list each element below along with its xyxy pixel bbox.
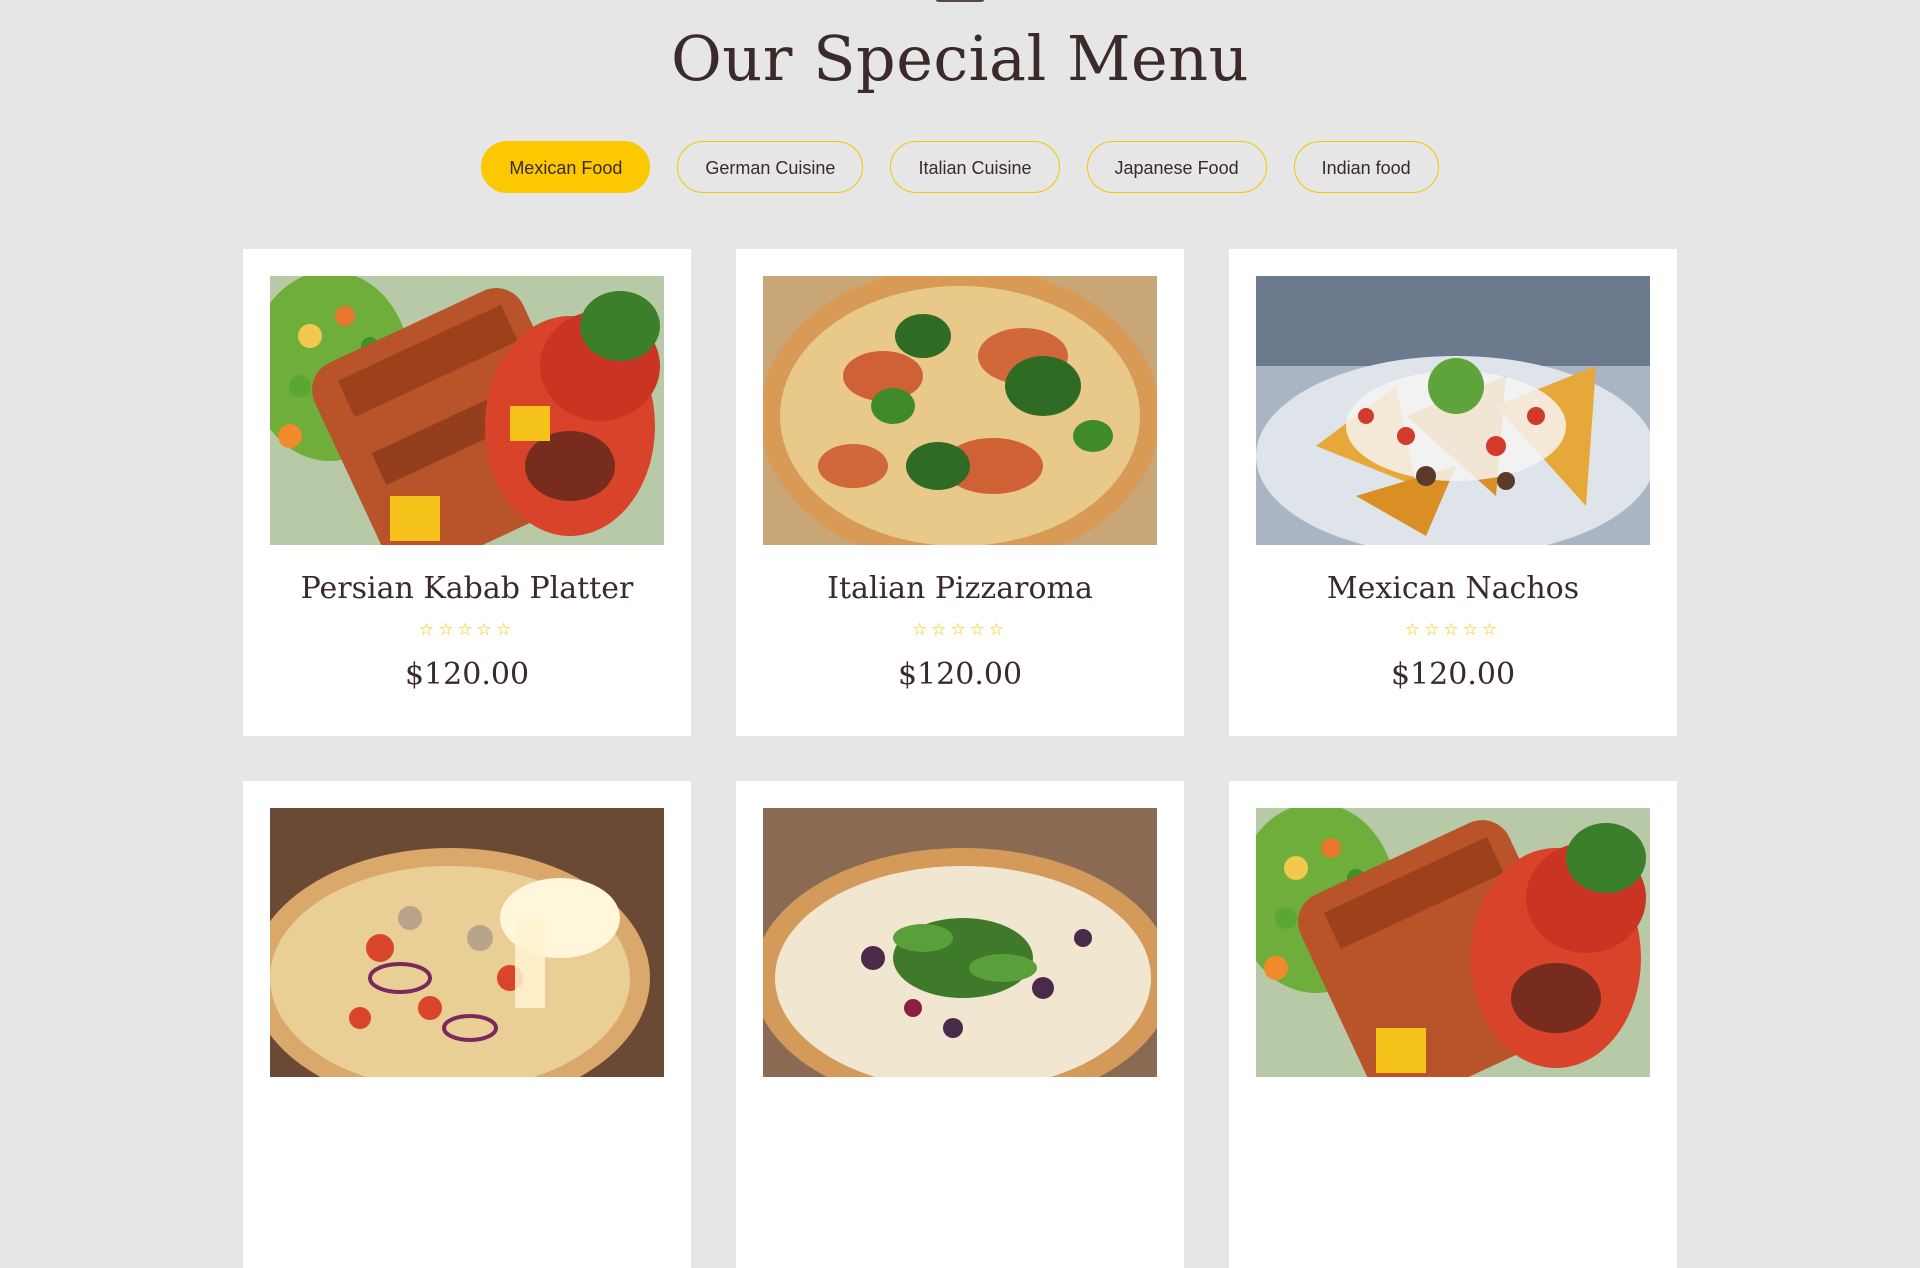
menu-grid: Persian Kabab Platter ☆☆☆☆☆ $120.00 Ital… bbox=[243, 249, 1677, 1268]
tab-indian-food[interactable]: Indian food bbox=[1293, 141, 1439, 193]
rating-stars: ☆☆☆☆☆ bbox=[1404, 620, 1502, 639]
pizza-arugula-image[interactable] bbox=[763, 808, 1157, 1077]
pizza-cheese-image[interactable] bbox=[270, 808, 664, 1077]
pizza-basil-image[interactable] bbox=[763, 276, 1157, 545]
menu-card[interactable] bbox=[1229, 781, 1677, 1268]
menu-card[interactable] bbox=[243, 781, 691, 1268]
menu-card[interactable]: Mexican Nachos ☆☆☆☆☆ $120.00 bbox=[1229, 249, 1677, 736]
rating-stars: ☆☆☆☆☆ bbox=[911, 620, 1009, 639]
category-tabs: Mexican Food German Cuisine Italian Cuis… bbox=[0, 141, 1920, 193]
tab-japanese-food[interactable]: Japanese Food bbox=[1086, 141, 1267, 193]
item-name[interactable]: Italian Pizzaroma bbox=[763, 569, 1157, 609]
menu-card[interactable]: Persian Kabab Platter ☆☆☆☆☆ $120.00 bbox=[243, 249, 691, 736]
nachos-image[interactable] bbox=[1256, 276, 1650, 545]
tab-german-cuisine[interactable]: German Cuisine bbox=[677, 141, 864, 193]
menu-card[interactable] bbox=[736, 781, 1184, 1268]
item-price: $120.00 bbox=[897, 657, 1023, 692]
rating-stars: ☆☆☆☆☆ bbox=[418, 620, 516, 639]
item-price: $120.00 bbox=[1390, 657, 1516, 692]
tab-italian-cuisine[interactable]: Italian Cuisine bbox=[890, 141, 1060, 193]
kabab-platter-image[interactable] bbox=[270, 276, 664, 545]
menu-card[interactable]: Italian Pizzaroma ☆☆☆☆☆ $120.00 bbox=[736, 249, 1184, 736]
item-name[interactable]: Persian Kabab Platter bbox=[270, 569, 664, 609]
item-name[interactable]: Mexican Nachos bbox=[1256, 569, 1650, 609]
tab-mexican-food[interactable]: Mexican Food bbox=[481, 141, 651, 193]
kabab-platter-image[interactable] bbox=[1256, 808, 1650, 1077]
page-title: Our Special Menu bbox=[670, 22, 1250, 95]
top-ornament bbox=[935, 0, 985, 2]
item-price: $120.00 bbox=[404, 657, 530, 692]
